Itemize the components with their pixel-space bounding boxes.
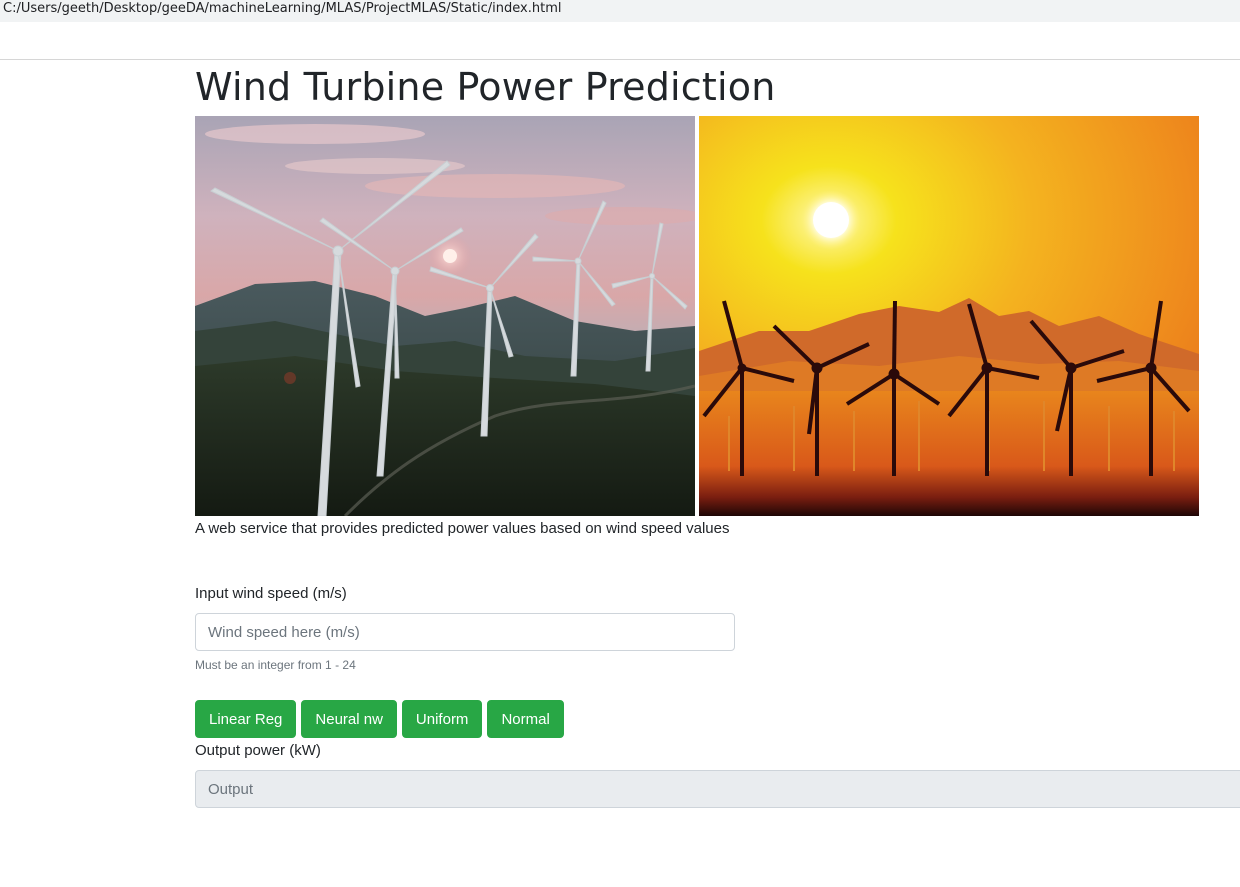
sunset-turbines-illustration (699, 116, 1199, 516)
wind-farm-photo (195, 116, 695, 516)
wind-speed-input[interactable] (195, 613, 735, 651)
wind-speed-help-text: Must be an integer from 1 - 24 (195, 658, 356, 672)
normal-button[interactable]: Normal (487, 700, 564, 738)
neural-nw-button[interactable]: Neural nw (301, 700, 397, 738)
output-power-field (195, 770, 1240, 808)
linear-reg-button[interactable]: Linear Reg (195, 700, 297, 738)
address-bar[interactable]: C:/Users/geeth/Desktop/geeDA/machineLear… (0, 0, 1240, 22)
header-divider (0, 59, 1240, 60)
wind-speed-label: Input wind speed (m/s) (195, 585, 347, 602)
output-power-label: Output power (kW) (195, 742, 321, 759)
uniform-button[interactable]: Uniform (401, 700, 483, 738)
page-title: Wind Turbine Power Prediction (195, 65, 776, 109)
model-button-group: Linear Reg Neural nw Uniform Normal (195, 700, 564, 738)
page-subtitle: A web service that provides predicted po… (195, 520, 730, 537)
